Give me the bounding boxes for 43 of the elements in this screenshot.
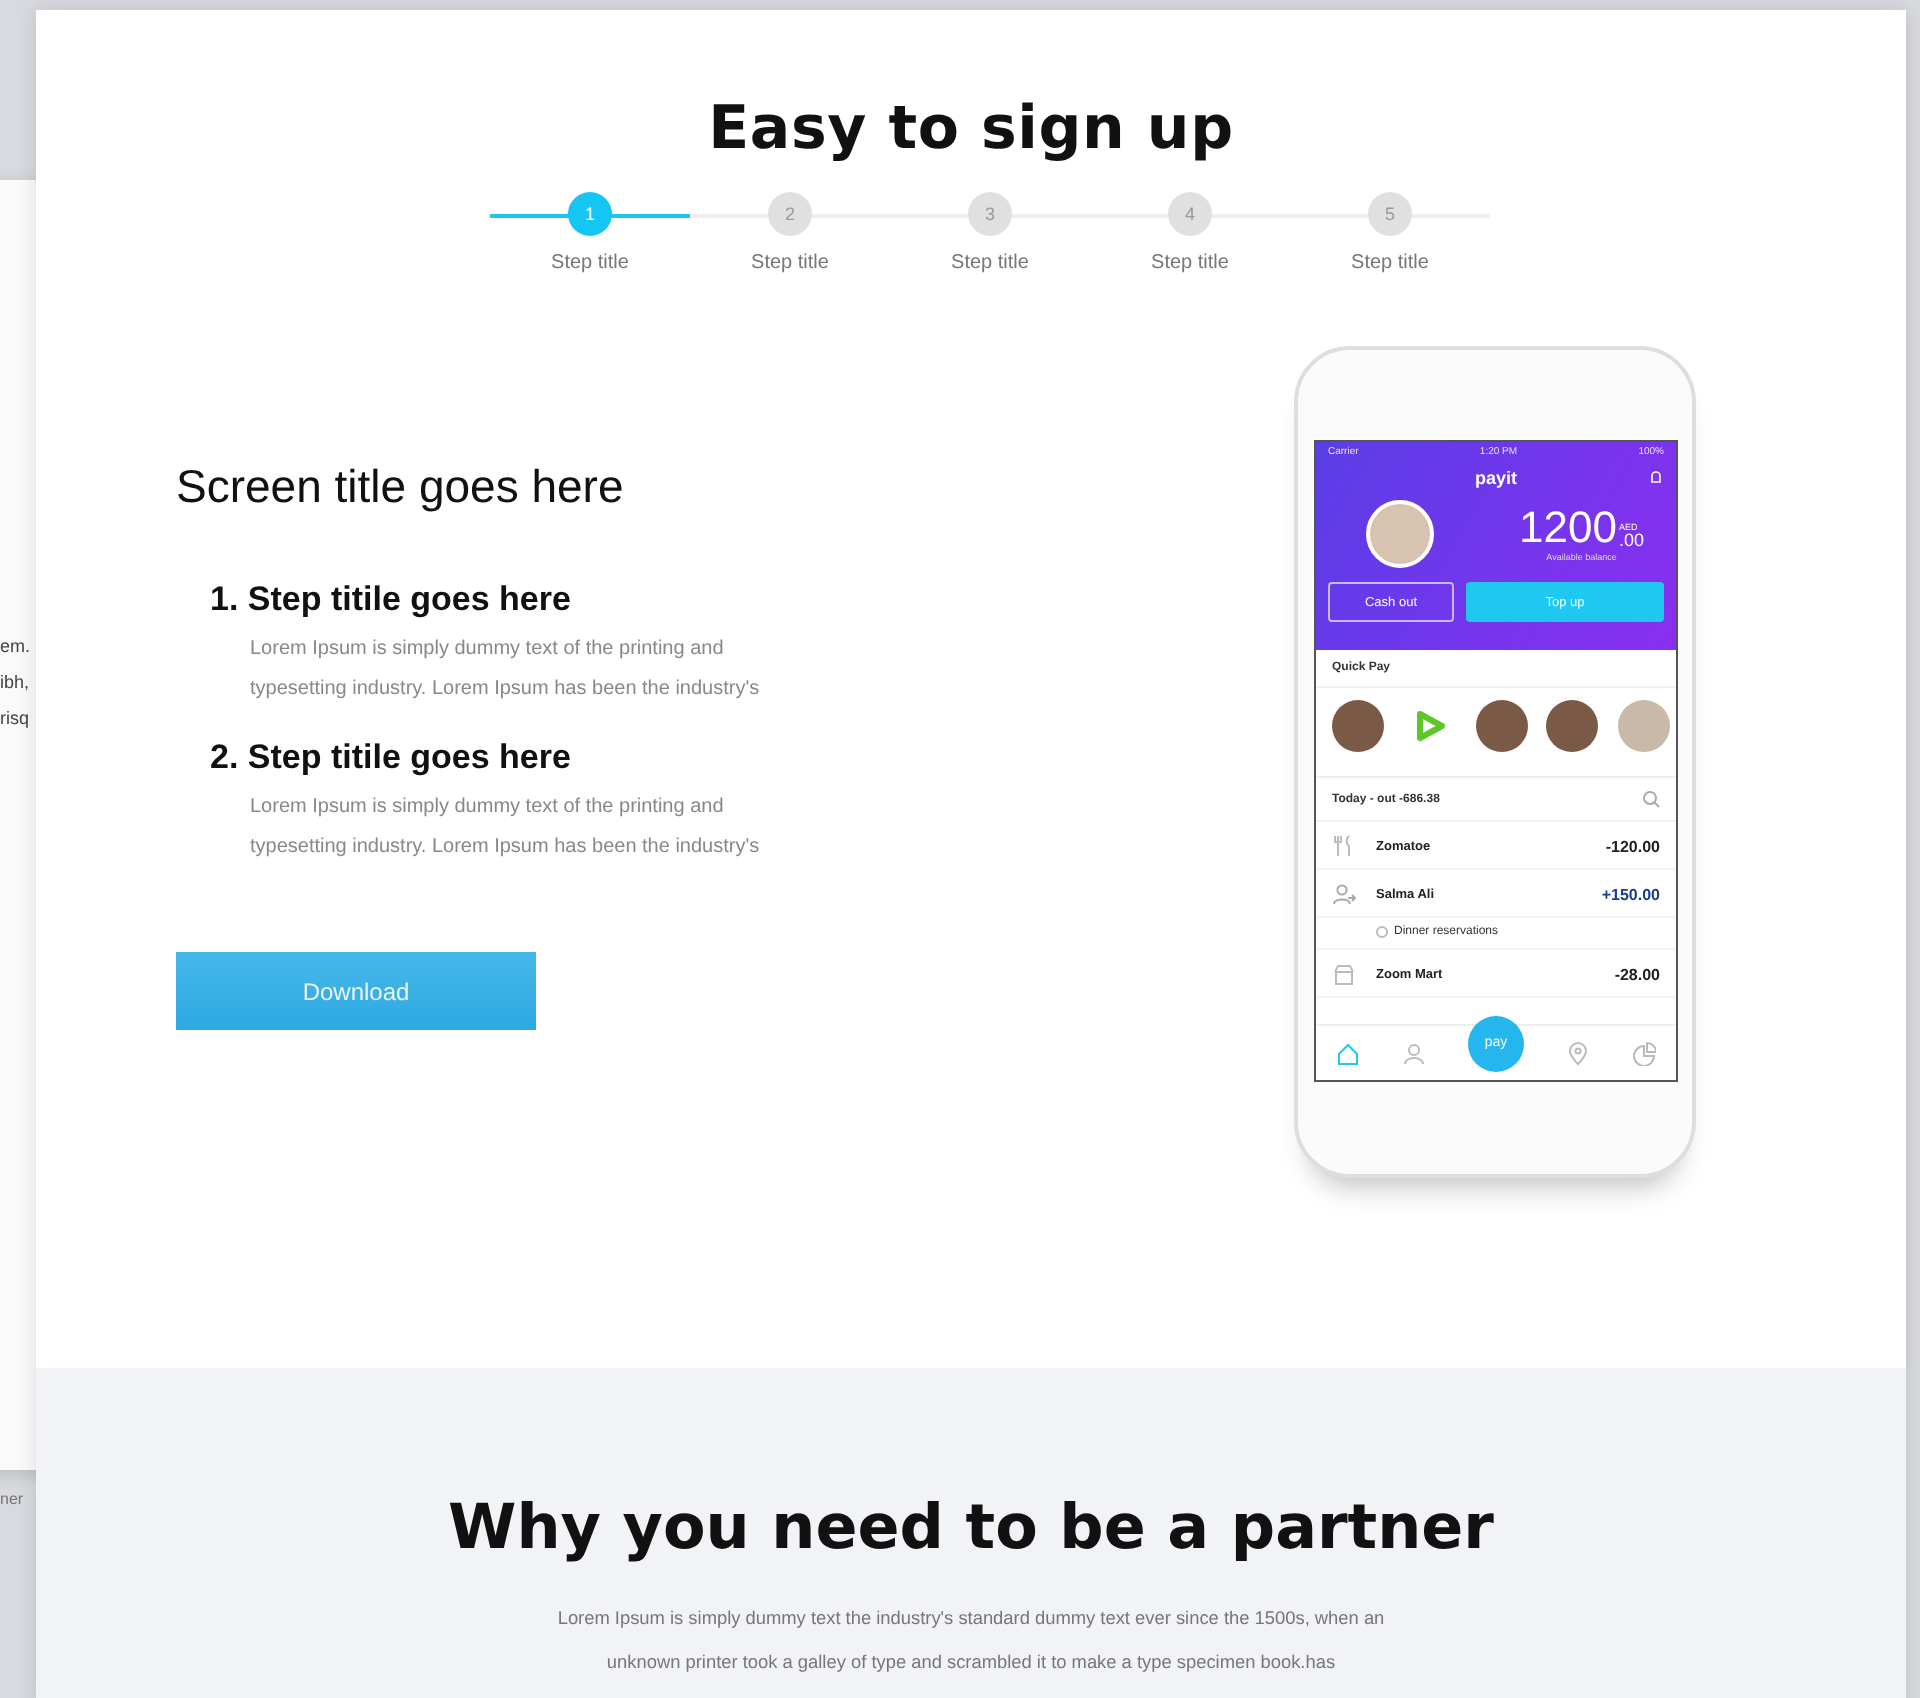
transaction-amount: -28.00 [1614, 965, 1660, 983]
contact-avatar[interactable] [1475, 700, 1527, 752]
page-text-fragment: ner [0, 1490, 24, 1508]
pie-chart-icon[interactable] [1631, 1041, 1656, 1065]
person-icon[interactable] [1402, 1041, 1427, 1065]
step-label: Step title [951, 252, 1029, 274]
transaction-amount: -120.00 [1605, 837, 1660, 855]
home-icon[interactable] [1336, 1041, 1361, 1065]
page-text-fragment: em. [0, 636, 31, 656]
balance-amount: 1200 [1519, 506, 1617, 550]
contact-avatar[interactable] [1546, 700, 1599, 752]
step-label: Step title [1351, 252, 1429, 274]
partner-title: Why you need to be a partner [446, 1492, 1496, 1564]
step-label: Step title [1151, 252, 1229, 274]
person-arrow-icon [1332, 882, 1356, 906]
shop-icon [1332, 962, 1356, 986]
partner-description: Lorem Ipsum is simply dummy text the industry's standard dummy text ever since the 1500s, when an unknown printer took a galley of type and scrambled it to make a type specimen book.has [555, 1606, 1387, 1676]
app-logo: payit [1474, 468, 1517, 488]
step-number[interactable]: 2 [768, 192, 812, 236]
contact-avatar[interactable] [1332, 700, 1384, 752]
page-text-fragment: risq [0, 708, 30, 728]
fork-knife-icon [1332, 834, 1356, 858]
circle-icon [1376, 926, 1388, 938]
step-label: Step title [751, 252, 829, 274]
step-number[interactable]: 1 [568, 192, 612, 236]
avatar [1366, 500, 1434, 568]
step-number[interactable]: 4 [1168, 192, 1212, 236]
page-text-fragment: ibh, [0, 672, 30, 692]
step-number[interactable]: 5 [1368, 192, 1412, 236]
step-description: Lorem Ipsum is simply dummy text of the printing and typesetting industry. Lorem Ipsum has been the industry's [250, 636, 762, 704]
step-heading: 2. Step titile goes here [210, 738, 573, 778]
search-icon[interactable] [1642, 790, 1660, 808]
balance-decimals: .00 [1618, 532, 1644, 550]
transaction-amount: +150.00 [1601, 885, 1660, 903]
step-description: Lorem Ipsum is simply dummy text of the printing and typesetting industry. Lorem Ipsum has been the industry's [250, 794, 762, 862]
step-heading: 1. Step titile goes here [210, 580, 573, 620]
section-title: Easy to sign up [706, 92, 1236, 164]
step-number[interactable]: 3 [968, 192, 1012, 236]
location-pin-icon[interactable] [1565, 1041, 1590, 1065]
screen-title: Screen title goes here [176, 460, 626, 514]
step-label: Step title [551, 252, 629, 274]
download-button[interactable]: Download [176, 952, 536, 1030]
play-logo-icon [1411, 708, 1448, 744]
